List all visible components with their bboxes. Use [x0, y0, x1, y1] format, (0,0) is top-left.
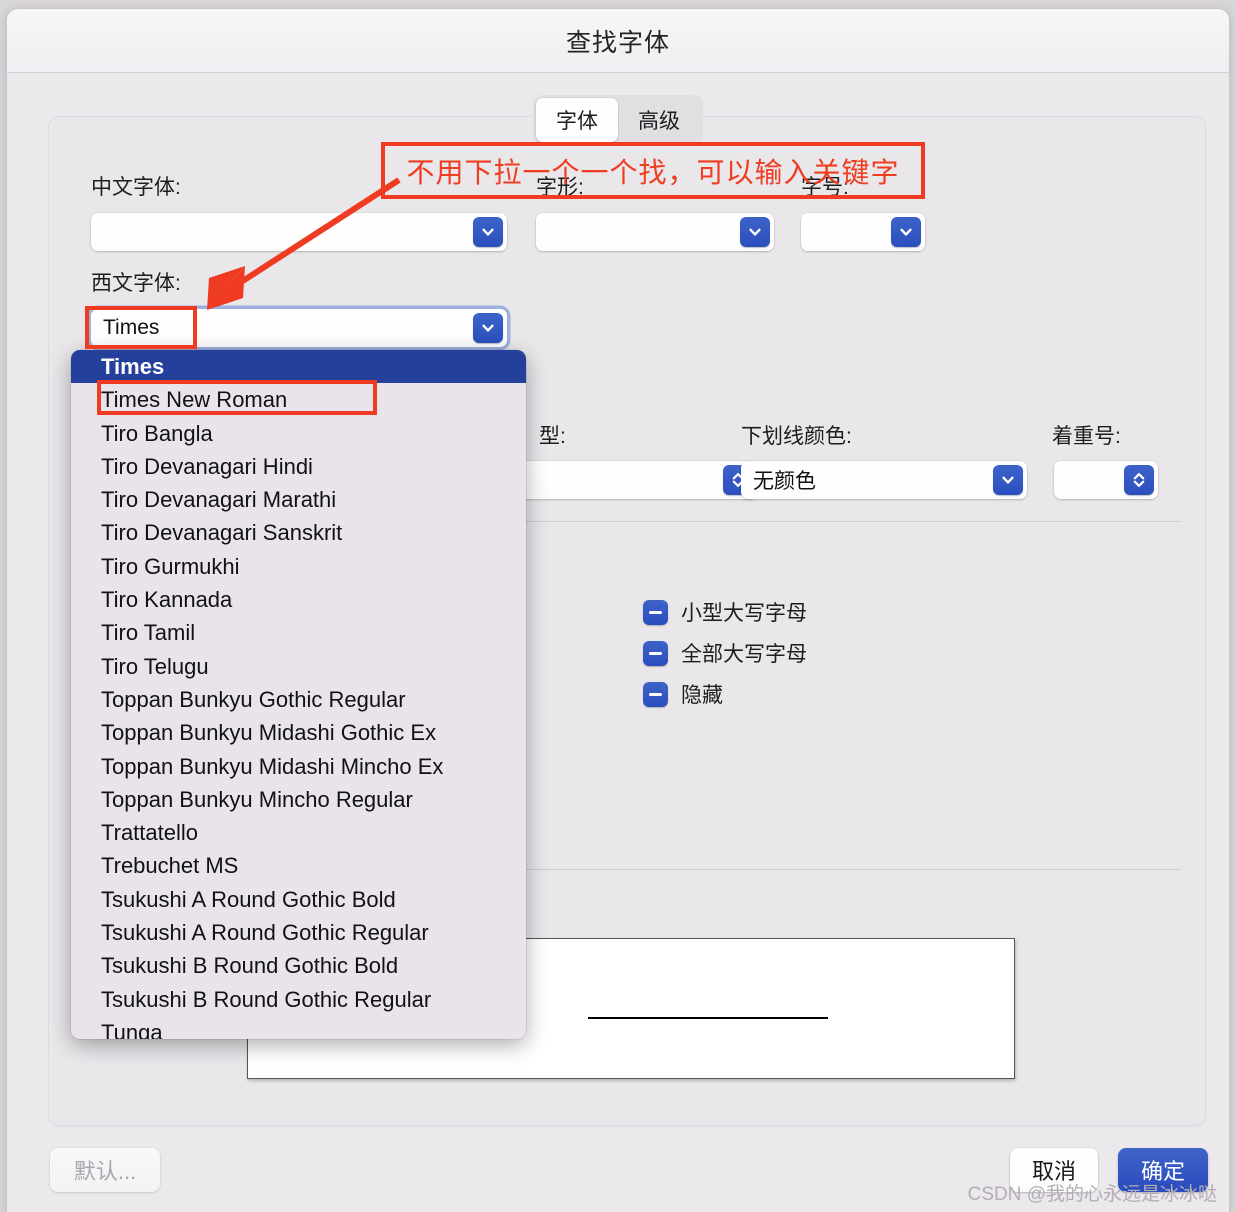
dropdown-option[interactable]: Tiro Devanagari Marathi	[71, 483, 526, 516]
dropdown-option[interactable]: Tiro Kannada	[71, 583, 526, 616]
underline-color-value: 无颜色	[753, 470, 816, 493]
label-underline-type: 型:	[539, 425, 566, 448]
chevron-down-icon[interactable]	[740, 217, 770, 247]
dropdown-option[interactable]: Tsukushi B Round Gothic Regular	[71, 983, 526, 1016]
dialog-title: 查找字体	[565, 28, 670, 57]
label-chinese-font: 中文字体:	[91, 176, 181, 199]
dropdown-option[interactable]: Toppan Bunkyu Midashi Mincho Ex	[71, 750, 526, 783]
label-emphasis-mark: 着重号:	[1052, 425, 1121, 448]
checkbox-label: 隐藏	[681, 684, 723, 707]
dropdown-option[interactable]: Times	[71, 350, 526, 384]
annotation-note-box: 不用下拉一个一个找，可以输入关键字	[381, 142, 925, 199]
checkbox-label: 小型大写字母	[681, 602, 807, 625]
annotation-item-highlight	[97, 380, 377, 415]
dropdown-option[interactable]: Trebuchet MS	[71, 849, 526, 882]
dialog-titlebar: 查找字体	[7, 9, 1229, 73]
dropdown-option[interactable]: Tiro Gurmukhi	[71, 550, 526, 583]
chevron-down-icon[interactable]	[473, 217, 503, 247]
tab-font[interactable]: 字体	[536, 98, 618, 142]
checkbox-mixed-icon[interactable]	[643, 640, 668, 666]
dropdown-option[interactable]: Trattatello	[71, 816, 526, 849]
dropdown-option[interactable]: Tsukushi A Round Gothic Bold	[71, 883, 526, 916]
chevron-down-icon[interactable]	[891, 217, 921, 247]
dropdown-option[interactable]: Tunga	[71, 1016, 526, 1039]
dropdown-option[interactable]: Tsukushi A Round Gothic Regular	[71, 916, 526, 949]
dropdown-option[interactable]: Tiro Devanagari Sanskrit	[71, 516, 526, 549]
dropdown-option[interactable]: Toppan Bunkyu Gothic Regular	[71, 683, 526, 716]
size-combo[interactable]	[801, 213, 925, 251]
dropdown-option[interactable]: Tsukushi B Round Gothic Bold	[71, 949, 526, 982]
dropdown-option[interactable]: Toppan Bunkyu Mincho Regular	[71, 783, 526, 816]
checkbox-row-all-caps[interactable]: 全部大写字母	[643, 638, 807, 668]
font-dropdown-list[interactable]: Times Times New Roman Tiro Bangla Tiro Deva…	[71, 350, 526, 1039]
label-underline-color: 下划线颜色:	[741, 425, 852, 448]
stepper-updown-icon[interactable]	[1124, 465, 1154, 495]
annotation-note-text: 不用下拉一个一个找，可以输入关键字	[406, 156, 900, 188]
watermark: CSDN @我的心永远是冰冰哒	[967, 1184, 1217, 1205]
checkbox-row-small-caps[interactable]: 小型大写字母	[643, 597, 807, 627]
checkbox-mixed-icon[interactable]	[643, 599, 668, 625]
checkbox-label: 全部大写字母	[681, 643, 807, 666]
dropdown-option[interactable]: Toppan Bunkyu Midashi Gothic Ex	[71, 716, 526, 749]
dropdown-option[interactable]: Tiro Tamil	[71, 616, 526, 649]
chinese-font-combo[interactable]	[91, 213, 507, 251]
chevron-down-icon[interactable]	[993, 465, 1023, 495]
chevron-down-icon[interactable]	[473, 313, 503, 343]
tab-advanced[interactable]: 高级	[618, 98, 700, 142]
preview-rule-line	[588, 1017, 828, 1019]
tab-bar: 字体 高级	[533, 95, 703, 145]
dropdown-option[interactable]: Tiro Devanagari Hindi	[71, 450, 526, 483]
checkbox-row-hidden[interactable]: 隐藏	[643, 679, 723, 709]
style-combo[interactable]	[536, 213, 774, 251]
dropdown-option[interactable]: Tiro Bangla	[71, 417, 526, 450]
annotation-input-highlight	[85, 306, 197, 349]
underline-color-combo[interactable]: 无颜色	[741, 461, 1027, 499]
default-button[interactable]: 默认...	[50, 1148, 160, 1192]
dropdown-option[interactable]: Tiro Telugu	[71, 650, 526, 683]
emphasis-mark-stepper[interactable]	[1054, 461, 1158, 499]
find-font-dialog: 查找字体 中文字体: 字形: 字号: 西文字体: Times 型: 下划线颜色:…	[6, 8, 1230, 1212]
checkbox-mixed-icon[interactable]	[643, 681, 668, 707]
label-western-font: 西文字体:	[91, 272, 181, 295]
